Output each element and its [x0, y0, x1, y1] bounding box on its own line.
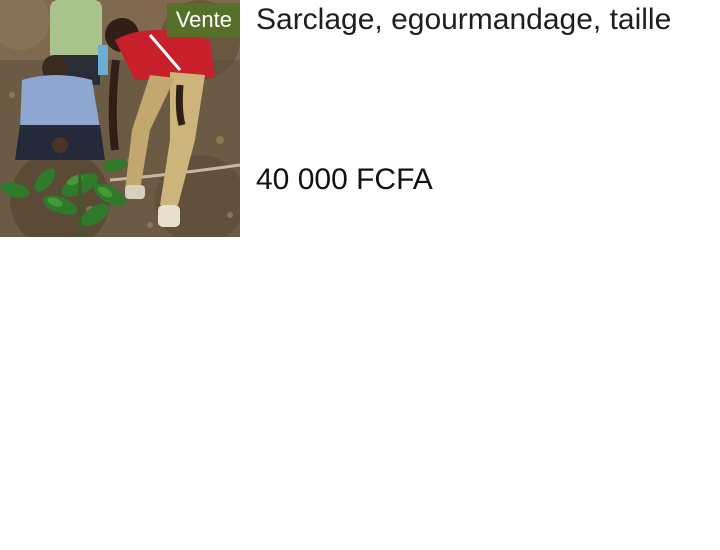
listing-price: 40 000 FCFA [256, 163, 433, 196]
sale-badge: Vente [166, 3, 240, 37]
listing-photo[interactable]: Vente [0, 0, 240, 237]
listing-title[interactable]: Sarclage, egourmandage, taille [256, 0, 671, 40]
listing-card[interactable]: Vente Sarclage, egourmandage, taille 40 … [0, 0, 720, 240]
